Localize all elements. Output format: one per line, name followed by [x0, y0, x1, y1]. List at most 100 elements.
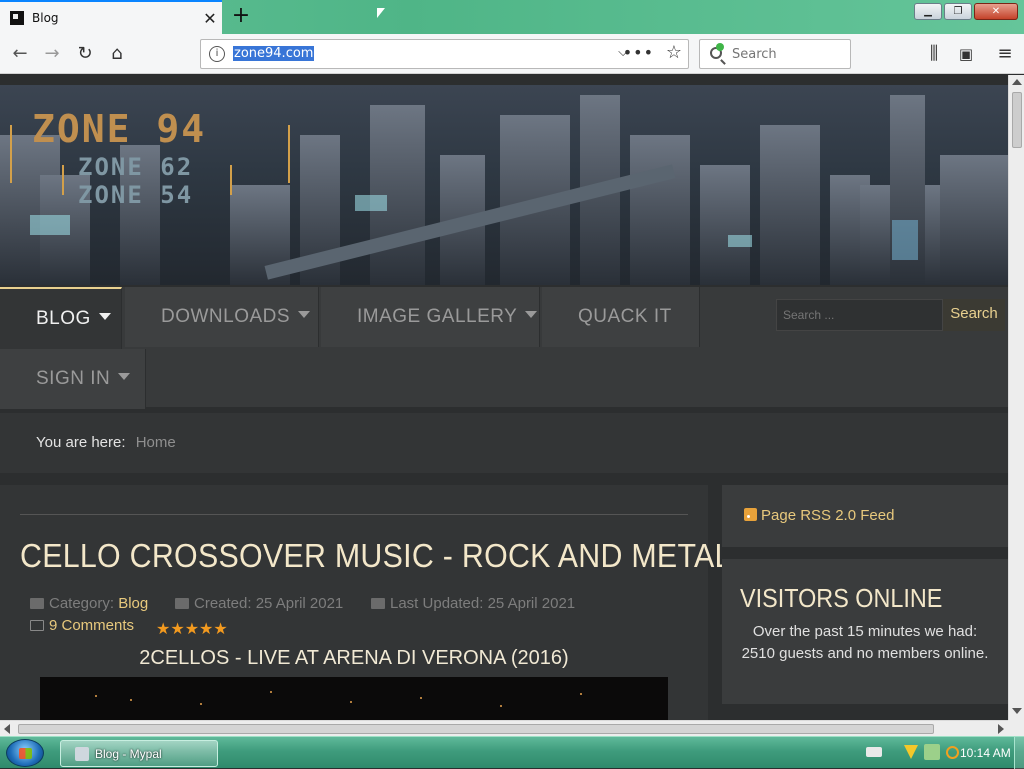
add-engine-icon	[716, 43, 724, 51]
menu-item-quack-it[interactable]: QUACK IT	[542, 287, 700, 347]
rss-feed-link[interactable]: Page RSS 2.0 Feed	[722, 485, 1008, 547]
folder-icon	[30, 598, 44, 609]
library-icon[interactable]: ⫼	[920, 40, 948, 68]
article-title[interactable]: CELLO CROSSOVER MUSIC - ROCK AND METAL	[20, 537, 732, 575]
site-banner[interactable]: ZONE 94 ZONE 62 ZONE 54	[0, 85, 1008, 285]
network-icon[interactable]	[924, 744, 940, 760]
search-tray-icon[interactable]	[946, 745, 959, 759]
breadcrumb: You are here: Home	[0, 413, 1008, 473]
reload-icon[interactable]: ↻	[71, 40, 99, 68]
menu-item-downloads[interactable]: DOWNLOADS	[125, 287, 319, 347]
window-controls: ▁ ❐ ✕	[912, 3, 1018, 20]
scroll-thumb[interactable]	[1012, 92, 1022, 148]
taskbar-clock[interactable]: 10:14 AM	[960, 746, 1011, 760]
star-icon[interactable]: ★	[170, 619, 184, 638]
site-search-box[interactable]	[776, 299, 943, 331]
sidebar-toggle-icon[interactable]: ▣	[952, 40, 980, 68]
menu-label: QUACK IT	[578, 306, 672, 327]
main-menu: BLOG DOWNLOADS IMAGE GALLERY QUACK IT SI…	[0, 287, 1008, 409]
browser-app-icon	[75, 746, 89, 761]
menu-item-image-gallery[interactable]: IMAGE GALLERY	[321, 287, 540, 347]
star-icon[interactable]: ★	[213, 619, 227, 638]
site-search-input[interactable]	[777, 300, 942, 330]
article: CELLO CROSSOVER MUSIC - ROCK AND METAL C…	[0, 485, 731, 720]
back-arrow-icon[interactable]: ←	[6, 40, 34, 68]
calendar-icon	[175, 598, 189, 609]
restore-icon[interactable]: ❐	[944, 3, 972, 20]
calendar-icon	[371, 598, 385, 609]
visitors-title: VISITORS ONLINE	[740, 583, 943, 613]
keyboard-icon[interactable]	[866, 747, 882, 757]
scroll-right-icon[interactable]	[998, 724, 1004, 734]
home-icon[interactable]: ⌂	[103, 40, 131, 68]
article-divider	[20, 514, 688, 515]
video-title: 2CELLOS - LIVE AT ARENA DI VERONA (2016)	[139, 647, 569, 669]
favicon-icon	[10, 11, 24, 25]
rss-icon	[744, 508, 757, 521]
window-close-icon[interactable]: ✕	[974, 3, 1018, 20]
star-icon[interactable]: ★	[185, 619, 199, 638]
taskbar-item-browser[interactable]: Blog - Mypal	[60, 740, 218, 767]
site-info-icon[interactable]: i	[209, 46, 225, 62]
article-updated: Last Updated: 25 April 2021	[371, 595, 575, 612]
caret-down-icon	[525, 311, 538, 318]
browser-search-input[interactable]	[732, 45, 842, 63]
show-desktop-button[interactable]	[1014, 737, 1024, 769]
article-category: Category: Blog	[30, 595, 148, 612]
start-button-icon[interactable]	[6, 739, 44, 767]
updated-date: Last Updated: 25 April 2021	[390, 595, 576, 612]
url-text[interactable]: zone94.com	[233, 46, 315, 61]
hamburger-menu-icon[interactable]: ≡	[991, 40, 1019, 68]
caret-down-icon	[98, 313, 111, 320]
star-icon[interactable]: ★	[199, 619, 213, 638]
minimize-icon[interactable]: ▁	[914, 3, 942, 20]
page-viewport: ZONE 94 ZONE 62 ZONE 54 BLOG DOWNLOADS I…	[0, 75, 1008, 720]
scroll-thumb[interactable]	[18, 724, 934, 734]
menu-item-sign-in[interactable]: SIGN IN	[0, 349, 146, 409]
bookmark-star-icon[interactable]: ☆	[666, 42, 682, 63]
scrollbar-corner	[1008, 720, 1024, 736]
browser-tabstrip: Blog ✕ + ▁ ❐ ✕	[0, 0, 1024, 34]
rss-label[interactable]: Page RSS 2.0 Feed	[761, 507, 894, 524]
tab-close-icon[interactable]: ✕	[198, 9, 222, 28]
navigation-toolbar: ← → ↻ ⌂ i zone94.com ⌵ ••• ☆ ⫼ ▣ ≡	[0, 34, 1024, 74]
created-date: Created: 25 April 2021	[194, 595, 344, 612]
comment-icon	[30, 620, 44, 631]
logo-zone-94: ZONE 94	[32, 107, 207, 151]
menu-label: SIGN IN	[36, 368, 111, 389]
category-link[interactable]: Blog	[118, 595, 148, 612]
video-embed[interactable]	[40, 677, 668, 720]
taskbar-item-label: Blog - Mypal	[95, 746, 162, 761]
security-shield-icon[interactable]	[904, 745, 918, 759]
article-created: Created: 25 April 2021	[175, 595, 343, 612]
new-tab-icon[interactable]: +	[228, 3, 254, 29]
horizontal-scrollbar[interactable]	[0, 720, 1008, 736]
scroll-down-icon[interactable]	[1012, 708, 1022, 714]
article-comments[interactable]: 9 Comments	[30, 617, 134, 634]
vertical-scrollbar[interactable]	[1008, 75, 1024, 720]
logo-zone-62: ZONE 62	[78, 153, 194, 181]
mouse-cursor-icon	[377, 8, 385, 18]
page-actions-icon[interactable]: •••	[623, 43, 654, 62]
star-icon[interactable]: ★	[156, 619, 170, 638]
menu-label: BLOG	[36, 308, 91, 329]
forward-arrow-icon[interactable]: →	[38, 40, 66, 68]
comments-link[interactable]: 9 Comments	[49, 617, 134, 634]
breadcrumb-prefix: You are here:	[36, 434, 126, 451]
tab-blog[interactable]: Blog ✕	[0, 0, 222, 34]
logo-zone-54: ZONE 54	[78, 181, 194, 209]
browser-search-box[interactable]	[699, 39, 851, 69]
menu-label: IMAGE GALLERY	[357, 306, 518, 327]
scroll-left-icon[interactable]	[4, 724, 10, 734]
caret-down-icon	[298, 311, 311, 318]
visitors-text: Over the past 15 minutes we had: 2510 gu…	[741, 623, 989, 662]
rating-stars[interactable]: ★★★★★	[156, 619, 228, 638]
site-search-button[interactable]: Search	[943, 299, 1005, 331]
url-bar[interactable]: i zone94.com ⌵ ••• ☆	[200, 39, 689, 69]
menu-item-blog[interactable]: BLOG	[0, 287, 122, 349]
category-label: Category:	[49, 595, 115, 612]
menu-label: DOWNLOADS	[161, 306, 291, 327]
breadcrumb-home-link[interactable]: Home	[136, 434, 176, 451]
scroll-up-icon[interactable]	[1012, 79, 1022, 85]
os-taskbar: Blog - Mypal 10:14 AM	[0, 736, 1024, 769]
